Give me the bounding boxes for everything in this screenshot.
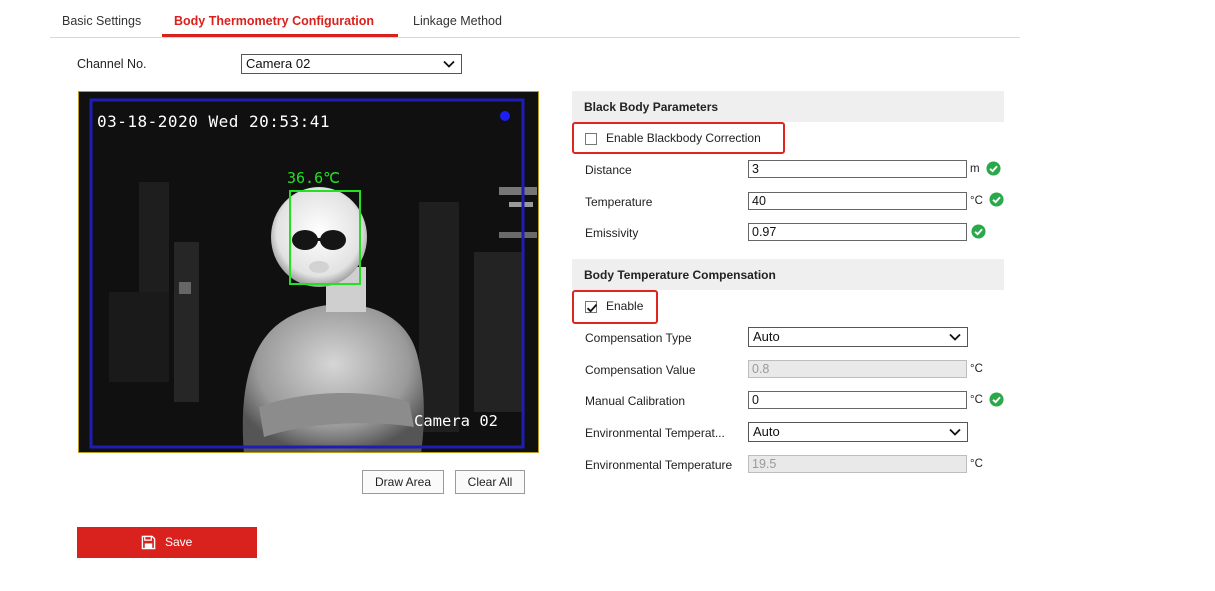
- compensation-type-label: Compensation Type: [585, 331, 692, 345]
- video-camera-label: Camera 02: [414, 412, 498, 430]
- floppy-disk-icon: [141, 535, 156, 550]
- tab-basic-settings[interactable]: Basic Settings: [62, 14, 141, 28]
- compensation-value-unit: °C: [970, 363, 983, 375]
- environmental-temperature-unit: °C: [970, 458, 983, 470]
- distance-label: Distance: [585, 163, 632, 177]
- distance-unit: m: [970, 163, 980, 175]
- face-temperature-label: 36.6℃: [287, 169, 340, 187]
- enable-compensation-checkbox[interactable]: [585, 301, 598, 313]
- draw-area-button[interactable]: Draw Area: [362, 470, 444, 494]
- active-tab-indicator: [162, 34, 398, 37]
- temperature-unit: °C: [970, 195, 983, 207]
- thermal-video-preview[interactable]: 03-18-2020 Wed 20:53:41 36.6℃ Camera 02: [78, 91, 539, 453]
- compensation-type-select[interactable]: Auto: [748, 327, 968, 347]
- channel-label: Channel No.: [77, 57, 147, 71]
- checkmark-icon: [586, 304, 598, 313]
- environmental-temperature-mode-select[interactable]: Auto: [748, 422, 968, 442]
- check-circle-icon: [989, 192, 1004, 207]
- body-temperature-compensation-header: Body Temperature Compensation: [572, 259, 1004, 290]
- compensation-value-input: 0.8: [748, 360, 967, 378]
- save-button[interactable]: Save: [77, 527, 257, 558]
- check-circle-icon: [989, 392, 1004, 407]
- black-body-parameters-header: Black Body Parameters: [572, 91, 1004, 122]
- distance-input[interactable]: 3: [748, 160, 967, 178]
- temperature-label: Temperature: [585, 195, 653, 209]
- emissivity-input[interactable]: 0.97: [748, 223, 967, 241]
- chevron-down-icon: [949, 428, 961, 436]
- check-circle-icon: [986, 161, 1001, 176]
- save-button-label: Save: [165, 535, 193, 549]
- thermal-scene: [79, 92, 538, 452]
- environmental-temperature-mode-label: Environmental Temperat...: [585, 426, 725, 440]
- compensation-type-value: Auto: [753, 329, 780, 344]
- environmental-temperature-label: Environmental Temperature: [585, 458, 733, 472]
- manual-calibration-unit: °C: [970, 394, 983, 406]
- manual-calibration-label: Manual Calibration: [585, 394, 686, 408]
- environmental-temperature-input: 19.5: [748, 455, 967, 473]
- video-timestamp: 03-18-2020 Wed 20:53:41: [97, 112, 331, 131]
- enable-blackbody-correction-label: Enable Blackbody Correction: [606, 131, 761, 145]
- temperature-input[interactable]: 40: [748, 192, 967, 210]
- tab-linkage-method[interactable]: Linkage Method: [413, 14, 502, 28]
- check-circle-icon: [971, 224, 986, 239]
- enable-blackbody-correction-checkbox[interactable]: [585, 133, 597, 145]
- chevron-down-icon: [949, 333, 961, 341]
- channel-select-value: Camera 02: [246, 56, 311, 71]
- channel-select[interactable]: Camera 02: [241, 54, 462, 74]
- tab-body-thermometry-configuration[interactable]: Body Thermometry Configuration: [174, 14, 374, 28]
- clear-all-button[interactable]: Clear All: [455, 470, 525, 494]
- compensation-value-label: Compensation Value: [585, 363, 696, 377]
- manual-calibration-input[interactable]: 0: [748, 391, 967, 409]
- enable-compensation-label: Enable: [606, 299, 644, 313]
- chevron-down-icon: [443, 60, 455, 68]
- tab-bar: Basic Settings Body Thermometry Configur…: [50, 0, 1020, 38]
- environmental-temperature-mode-value: Auto: [753, 424, 780, 439]
- emissivity-label: Emissivity: [585, 226, 639, 240]
